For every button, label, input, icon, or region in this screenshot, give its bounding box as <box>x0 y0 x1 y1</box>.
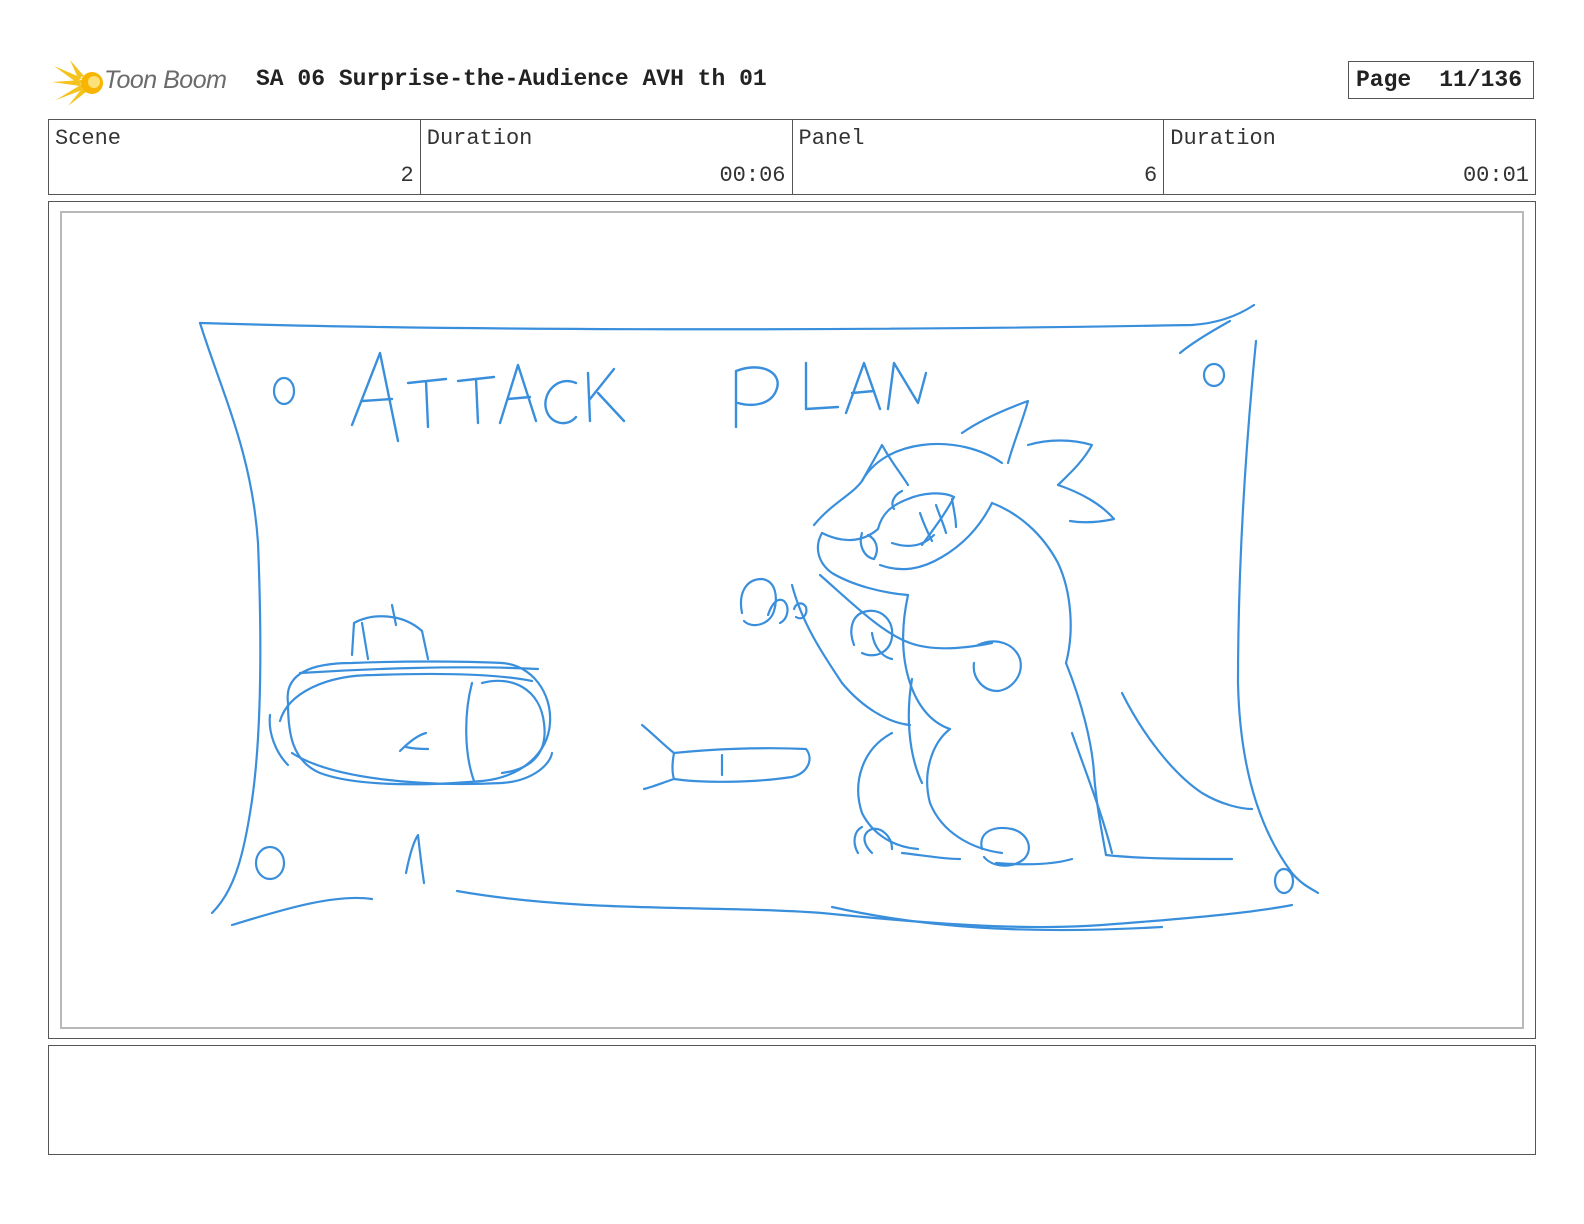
panel-duration-value: 00:01 <box>1462 163 1529 188</box>
scene-duration-label: Duration <box>426 126 533 151</box>
attack-plan-sketch <box>198 303 1320 932</box>
starburst-icon <box>52 60 103 106</box>
scene-duration-value: 00:06 <box>719 163 786 188</box>
panel-image-frame <box>60 211 1524 1029</box>
page-label: Page <box>1356 67 1412 93</box>
grommet <box>254 845 286 881</box>
panel-cell: Panel 6 <box>793 120 1165 194</box>
banner-outline <box>198 303 1256 331</box>
scene-cell: Scene 2 <box>49 120 421 194</box>
panel-label: Panel <box>798 126 865 151</box>
panel-duration-cell: Duration 00:01 <box>1164 120 1535 194</box>
shark-sketch <box>640 723 811 791</box>
brand-name: Toon Boom <box>104 66 227 94</box>
scene-value: 2 <box>400 163 414 188</box>
panel-notes-box <box>48 1045 1536 1155</box>
toon-boom-logo: Toon Boom <box>52 56 240 108</box>
storyboard-panel <box>48 201 1536 1039</box>
panel-info-table: Scene 2 Duration 00:06 Panel 6 Duration … <box>48 119 1536 195</box>
grommet <box>1273 867 1295 895</box>
attack-plan-lettering <box>350 351 928 443</box>
grommet <box>1202 362 1226 388</box>
grommet <box>272 376 296 406</box>
submarine-sketch <box>268 603 554 786</box>
panel-value: 6 <box>1144 163 1158 188</box>
scene-duration-cell: Duration 00:06 <box>421 120 793 194</box>
page-indicator: Page 11/136 <box>1348 61 1534 99</box>
scene-label: Scene <box>55 126 122 151</box>
storyboard-title: SA 06 Surprise-the-Audience AVH th 01 <box>256 66 767 92</box>
monster-sketch <box>739 399 1254 867</box>
page-number: 11/136 <box>1439 67 1523 93</box>
panel-duration-label: Duration <box>1170 126 1276 151</box>
